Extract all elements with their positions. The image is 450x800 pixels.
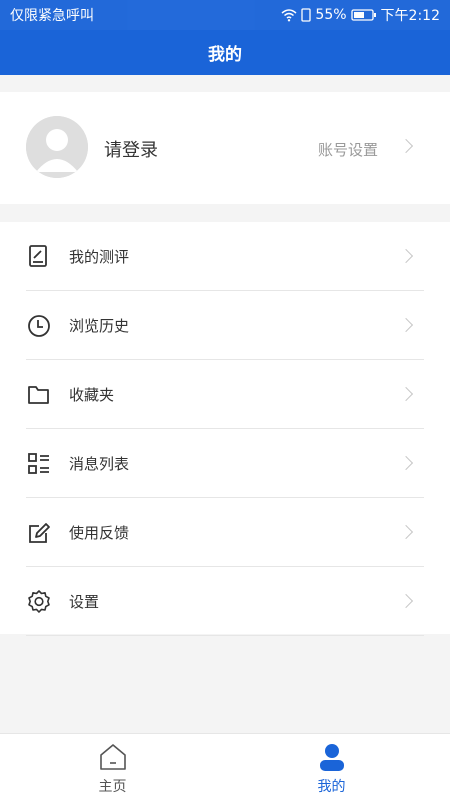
list-icon: [28, 453, 49, 474]
avatar[interactable]: [26, 116, 88, 178]
battery-percent: 55%: [315, 7, 347, 23]
menu-item-label: 收藏夹: [69, 386, 115, 404]
home-icon: [100, 744, 126, 770]
menu-item-label: 使用反馈: [69, 524, 130, 542]
bottom-tab-bar: 主页 我的: [0, 733, 450, 800]
title-bar: 我的: [0, 30, 450, 75]
sim-icon: [301, 8, 312, 22]
status-right: 55% 下午2:12: [281, 5, 440, 25]
login-link[interactable]: 请登录: [104, 136, 158, 162]
profile-card[interactable]: 请登录 账号设置: [0, 92, 450, 204]
account-settings-link[interactable]: 账号设置: [318, 139, 378, 160]
avatar-placeholder-icon: [26, 116, 88, 178]
clock-icon: [28, 315, 50, 337]
tab-mine[interactable]: 我的: [225, 734, 450, 800]
battery-icon: [350, 9, 376, 21]
tab-home-label: 主页: [98, 779, 127, 795]
chevron-right-icon: [398, 248, 414, 264]
status-bar: 仅限紧急呼叫 55% 下午2:12: [0, 0, 450, 30]
clock-time: 下午2:12: [380, 8, 440, 24]
menu-item-favorites[interactable]: 收藏夹: [0, 360, 450, 429]
chevron-right-icon: [398, 524, 414, 540]
menu-item-settings[interactable]: 设置: [0, 567, 450, 636]
chevron-right-icon: [398, 317, 414, 333]
status-left-text: 仅限紧急呼叫: [10, 8, 94, 24]
menu-item-history[interactable]: 浏览历史: [0, 291, 450, 360]
gear-icon: [28, 590, 50, 613]
edit-icon: [29, 523, 50, 543]
folder-icon: [28, 386, 49, 404]
chevron-right-icon: [398, 593, 414, 609]
chevron-right-icon: [398, 455, 414, 471]
chevron-right-icon: [398, 138, 414, 154]
menu-item-label: 浏览历史: [69, 317, 130, 335]
menu-item-label: 消息列表: [69, 455, 130, 473]
menu-item-my-assessment[interactable]: 我的测评: [0, 222, 450, 291]
tab-home[interactable]: 主页: [0, 734, 225, 800]
menu-item-label: 设置: [69, 593, 100, 611]
page-title: 我的: [208, 45, 242, 65]
divider: [26, 635, 424, 636]
wifi-icon: [281, 9, 297, 22]
tab-mine-label: 我的: [317, 779, 346, 795]
menu-list: 我的测评 浏览历史 收藏夹 消息列表 使用反馈 设置: [0, 222, 450, 636]
assessment-icon: [29, 245, 47, 267]
user-icon: [320, 744, 344, 771]
menu-item-label: 我的测评: [69, 248, 130, 266]
menu-item-feedback[interactable]: 使用反馈: [0, 498, 450, 567]
menu-item-messages[interactable]: 消息列表: [0, 429, 450, 498]
chevron-right-icon: [398, 386, 414, 402]
